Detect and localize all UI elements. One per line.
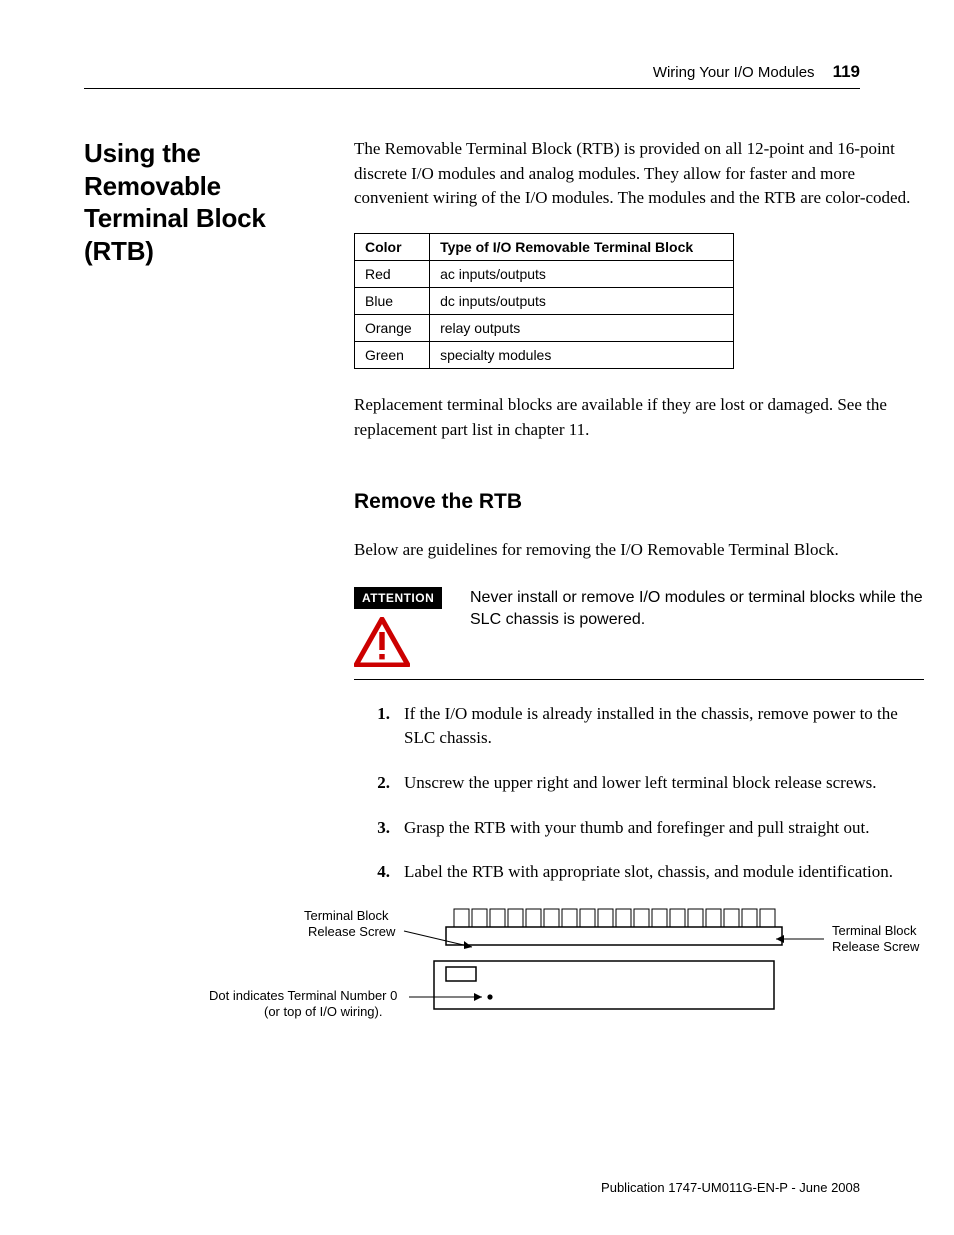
step-number: 3. (372, 816, 390, 841)
section-title: Using the Removable Terminal Block (RTB) (84, 137, 314, 267)
diagram-label-left-top: Terminal Block (304, 908, 389, 923)
attention-text: Never install or remove I/O modules or t… (470, 587, 924, 632)
publication-footer: Publication 1747-UM011G-EN-P - June 2008 (601, 1180, 860, 1195)
attention-block: ATTENTION Never install or remove I/O mo… (354, 587, 924, 667)
svg-text:Release Screw: Release Screw (308, 924, 396, 939)
step-item: 1. If the I/O module is already installe… (372, 702, 924, 751)
warning-triangle-icon (354, 617, 410, 667)
intro-paragraph: The Removable Terminal Block (RTB) is pr… (354, 137, 924, 211)
table-cell-color: Green (355, 341, 430, 368)
table-row: Green specialty modules (355, 341, 734, 368)
rtb-diagram: Terminal Block Release Screw Dot indicat… (164, 905, 924, 1035)
after-table-paragraph: Replacement terminal blocks are availabl… (354, 393, 924, 442)
step-item: 2. Unscrew the upper right and lower lef… (372, 771, 924, 796)
table-cell-color: Red (355, 260, 430, 287)
table-header-color: Color (355, 233, 430, 260)
table-row: Orange relay outputs (355, 314, 734, 341)
table-header-type: Type of I/O Removable Terminal Block (430, 233, 734, 260)
running-header: Wiring Your I/O Modules 119 (84, 62, 860, 82)
table-cell-type: ac inputs/outputs (430, 260, 734, 287)
table-cell-type: dc inputs/outputs (430, 287, 734, 314)
table-row: Blue dc inputs/outputs (355, 287, 734, 314)
attention-rule (354, 679, 924, 680)
step-text: Unscrew the upper right and lower left t… (404, 771, 924, 796)
subsection-title: Remove the RTB (354, 490, 924, 514)
table-cell-type: specialty modules (430, 341, 734, 368)
step-number: 1. (372, 702, 390, 751)
procedure-steps: 1. If the I/O module is already installe… (354, 702, 924, 885)
table-cell-type: relay outputs (430, 314, 734, 341)
step-text: Grasp the RTB with your thumb and forefi… (404, 816, 924, 841)
step-number: 2. (372, 771, 390, 796)
step-item: 3. Grasp the RTB with your thumb and for… (372, 816, 924, 841)
color-table: Color Type of I/O Removable Terminal Blo… (354, 233, 734, 369)
subsection-intro: Below are guidelines for removing the I/… (354, 538, 924, 563)
step-item: 4. Label the RTB with appropriate slot, … (372, 860, 924, 885)
svg-text:Release Screw: Release Screw (832, 939, 920, 954)
svg-text:(or top of I/O wiring).: (or top of I/O wiring). (264, 1004, 382, 1019)
svg-text:Dot indicates Terminal Number: Dot indicates Terminal Number 0 (209, 988, 397, 1003)
table-cell-color: Orange (355, 314, 430, 341)
step-text: Label the RTB with appropriate slot, cha… (404, 860, 924, 885)
step-text: If the I/O module is already installed i… (404, 702, 924, 751)
attention-badge: ATTENTION (354, 587, 442, 609)
svg-text:Terminal Block: Terminal Block (832, 923, 917, 938)
step-number: 4. (372, 860, 390, 885)
table-row: Red ac inputs/outputs (355, 260, 734, 287)
table-cell-color: Blue (355, 287, 430, 314)
header-rule (84, 88, 860, 89)
page-number: 119 (833, 62, 860, 82)
running-header-title: Wiring Your I/O Modules (653, 64, 815, 81)
